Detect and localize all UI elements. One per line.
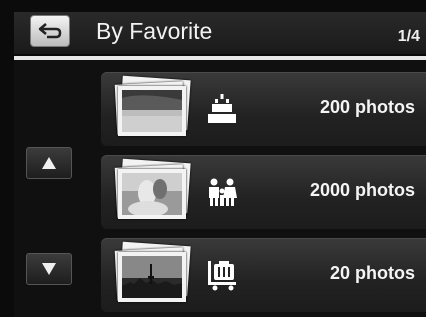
- photo-count: 20 photos: [329, 263, 415, 283]
- photo-stack-thumbnail: [113, 158, 191, 221]
- list-item[interactable]: 200 photos: [101, 72, 426, 146]
- photo-count: 2000 photos: [309, 180, 415, 200]
- scroll-up-button[interactable]: [26, 147, 72, 179]
- page-indicator: 1/4: [397, 28, 420, 45]
- list-item[interactable]: 20 photos: [101, 238, 426, 312]
- favorites-list: 200 photos 2000 photos 20 photos: [14, 60, 426, 317]
- photo-stack-thumbnail: [113, 241, 191, 304]
- screen: By Favorite 1/4 200 photos 2000 photos 2…: [0, 0, 426, 317]
- scroll-down-button[interactable]: [26, 253, 72, 285]
- birthday-cake-icon: [208, 94, 236, 123]
- photo-stack-thumbnail: [113, 75, 191, 138]
- back-arrow-icon: [38, 23, 62, 39]
- list-item[interactable]: 2000 photos: [101, 155, 426, 229]
- header-bar: By Favorite 1/4: [14, 12, 426, 54]
- family-icon: [209, 178, 237, 206]
- down-arrow-icon: [42, 263, 56, 275]
- luggage-cart-icon: [208, 261, 236, 291]
- photo-count: 200 photos: [319, 97, 415, 117]
- up-arrow-icon: [42, 157, 56, 169]
- page-title: By Favorite: [96, 18, 213, 44]
- back-button[interactable]: [30, 15, 70, 47]
